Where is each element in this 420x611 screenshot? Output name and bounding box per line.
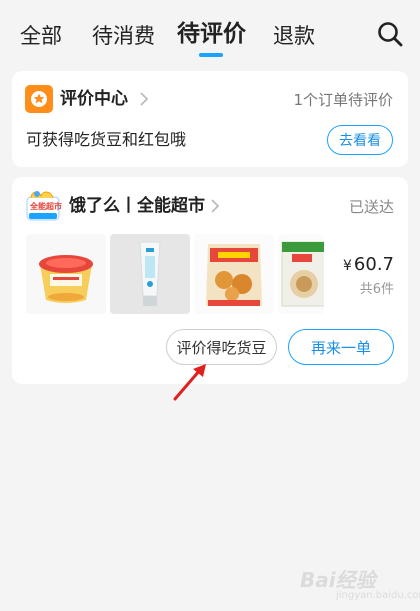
- order-tabbar: 全部 待消费 待评价 退款: [0, 0, 420, 62]
- tab-all[interactable]: 全部: [20, 22, 62, 50]
- store-logo-text: 全能超市: [30, 202, 62, 211]
- order-status: 已送达: [348, 198, 394, 216]
- tab-to-review[interactable]: 待评价: [177, 20, 246, 48]
- watermark: Bai经验 jingyan.baidu.com: [300, 560, 420, 604]
- annotation-arrow-icon: [173, 364, 206, 401]
- review-center-logo-icon: [25, 85, 53, 113]
- product-thumb-toothpaste[interactable]: [110, 234, 190, 314]
- pending-review-count: 1个订单待评价: [293, 91, 393, 109]
- reorder-button[interactable]: 再来一单: [288, 329, 394, 365]
- search-icon[interactable]: [376, 20, 404, 48]
- review-earn-beans-button[interactable]: 评价得吃货豆: [166, 329, 277, 365]
- store-name[interactable]: 饿了么丨全能超市: [69, 195, 205, 217]
- review-center-title: 评价中心: [60, 89, 128, 109]
- product-thumb-biscuit[interactable]: [278, 234, 324, 314]
- tab-to-consume[interactable]: 待消费: [92, 22, 155, 50]
- order-card[interactable]: 全能超市 饿了么丨全能超市 已送达 ¥ 60.7 共6件 评价得吃货豆 再来一单: [12, 177, 408, 384]
- watermark-text: Bai经验: [300, 568, 376, 592]
- price-currency: ¥: [343, 258, 352, 274]
- price-amount: 60.7: [353, 254, 394, 275]
- order-price: ¥60.7: [343, 253, 394, 278]
- product-thumb-snack[interactable]: [194, 234, 274, 314]
- watermark-subtext: jingyan.baidu.com: [336, 590, 420, 601]
- chevron-right-icon: [211, 199, 220, 213]
- item-count: 共6件: [359, 282, 394, 297]
- tab-refund[interactable]: 退款: [273, 22, 315, 50]
- chevron-right-icon: [140, 92, 149, 106]
- review-reward-description: 可获得吃货豆和红包哦: [26, 130, 187, 149]
- review-center-card[interactable]: 评价中心 1个订单待评价 可获得吃货豆和红包哦 去看看: [12, 71, 408, 167]
- go-see-button[interactable]: 去看看: [327, 125, 393, 155]
- active-tab-indicator: [199, 53, 223, 57]
- product-thumb-pudding[interactable]: [26, 234, 106, 314]
- store-logo: 全能超市: [25, 188, 62, 222]
